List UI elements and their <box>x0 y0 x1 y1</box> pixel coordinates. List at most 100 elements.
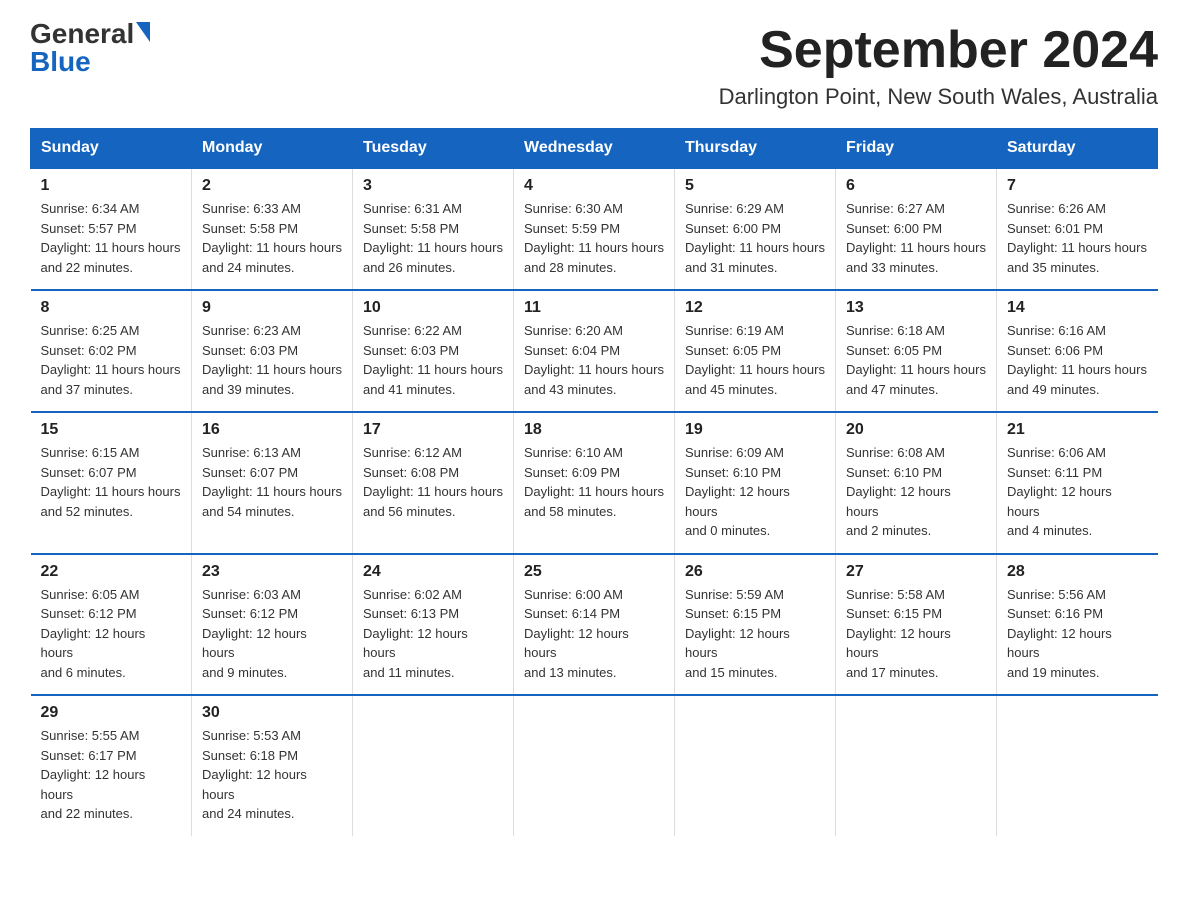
day-info: Sunrise: 6:02 AMSunset: 6:13 PMDaylight:… <box>363 585 503 683</box>
calendar-cell: 6 Sunrise: 6:27 AMSunset: 6:00 PMDaylight… <box>836 168 997 290</box>
day-info: Sunrise: 6:09 AMSunset: 6:10 PMDaylight:… <box>685 443 825 541</box>
day-info: Sunrise: 6:08 AMSunset: 6:10 PMDaylight:… <box>846 443 986 541</box>
calendar-cell: 7 Sunrise: 6:26 AMSunset: 6:01 PMDaylight… <box>997 168 1158 290</box>
calendar-cell: 22 Sunrise: 6:05 AMSunset: 6:12 PMDayligh… <box>31 554 192 696</box>
header-wednesday: Wednesday <box>514 129 675 169</box>
day-info: Sunrise: 5:56 AMSunset: 6:16 PMDaylight:… <box>1007 585 1148 683</box>
day-info: Sunrise: 6:23 AMSunset: 6:03 PMDaylight:… <box>202 321 342 399</box>
calendar-cell: 24 Sunrise: 6:02 AMSunset: 6:13 PMDayligh… <box>353 554 514 696</box>
day-info: Sunrise: 6:05 AMSunset: 6:12 PMDaylight:… <box>41 585 182 683</box>
day-info: Sunrise: 6:19 AMSunset: 6:05 PMDaylight:… <box>685 321 825 399</box>
day-info: Sunrise: 6:25 AMSunset: 6:02 PMDaylight:… <box>41 321 182 399</box>
day-number: 18 <box>524 421 664 439</box>
calendar-cell: 28 Sunrise: 5:56 AMSunset: 6:16 PMDayligh… <box>997 554 1158 696</box>
day-number: 5 <box>685 177 825 195</box>
day-info: Sunrise: 6:18 AMSunset: 6:05 PMDaylight:… <box>846 321 986 399</box>
calendar-cell: 13 Sunrise: 6:18 AMSunset: 6:05 PMDayligh… <box>836 290 997 412</box>
day-info: Sunrise: 6:29 AMSunset: 6:00 PMDaylight:… <box>685 199 825 277</box>
logo-blue-text: Blue <box>30 48 150 76</box>
day-info: Sunrise: 6:20 AMSunset: 6:04 PMDaylight:… <box>524 321 664 399</box>
day-number: 15 <box>41 421 182 439</box>
location-title: Darlington Point, New South Wales, Austr… <box>719 84 1158 110</box>
calendar-cell: 23Sunrise: 6:03 AMSunset: 6:12 PMDayligh… <box>192 554 353 696</box>
day-number: 8 <box>41 299 182 317</box>
calendar-cell <box>353 695 514 836</box>
day-info: Sunrise: 5:58 AMSunset: 6:15 PMDaylight:… <box>846 585 986 683</box>
day-info: Sunrise: 6:15 AMSunset: 6:07 PMDaylight:… <box>41 443 182 521</box>
calendar-cell <box>675 695 836 836</box>
calendar-cell: 14 Sunrise: 6:16 AMSunset: 6:06 PMDayligh… <box>997 290 1158 412</box>
day-info: Sunrise: 6:27 AMSunset: 6:00 PMDaylight:… <box>846 199 986 277</box>
calendar-week-row: 22 Sunrise: 6:05 AMSunset: 6:12 PMDayligh… <box>31 554 1158 696</box>
day-number: 2 <box>202 177 342 195</box>
calendar-cell: 2 Sunrise: 6:33 AMSunset: 5:58 PMDaylight… <box>192 168 353 290</box>
calendar-cell: 12 Sunrise: 6:19 AMSunset: 6:05 PMDayligh… <box>675 290 836 412</box>
calendar-cell: 27Sunrise: 5:58 AMSunset: 6:15 PMDayligh… <box>836 554 997 696</box>
calendar-cell: 3Sunrise: 6:31 AMSunset: 5:58 PMDaylight… <box>353 168 514 290</box>
calendar-cell: 9 Sunrise: 6:23 AMSunset: 6:03 PMDaylight… <box>192 290 353 412</box>
day-number: 29 <box>41 704 182 722</box>
calendar-cell: 1 Sunrise: 6:34 AMSunset: 5:57 PMDaylight… <box>31 168 192 290</box>
day-info: Sunrise: 6:10 AMSunset: 6:09 PMDaylight:… <box>524 443 664 521</box>
day-info: Sunrise: 6:16 AMSunset: 6:06 PMDaylight:… <box>1007 321 1148 399</box>
day-number: 13 <box>846 299 986 317</box>
day-number: 24 <box>363 563 503 581</box>
day-number: 20 <box>846 421 986 439</box>
header-monday: Monday <box>192 129 353 169</box>
header-thursday: Thursday <box>675 129 836 169</box>
day-info: Sunrise: 6:33 AMSunset: 5:58 PMDaylight:… <box>202 199 342 277</box>
day-info: Sunrise: 6:13 AMSunset: 6:07 PMDaylight:… <box>202 443 342 521</box>
day-number: 6 <box>846 177 986 195</box>
day-number: 26 <box>685 563 825 581</box>
day-info: Sunrise: 6:06 AMSunset: 6:11 PMDaylight:… <box>1007 443 1148 541</box>
logo-triangle-icon <box>136 22 150 42</box>
title-area: September 2024 Darlington Point, New Sou… <box>719 20 1158 110</box>
day-number: 1 <box>41 177 182 195</box>
calendar-cell: 19Sunrise: 6:09 AMSunset: 6:10 PMDayligh… <box>675 412 836 554</box>
day-number: 9 <box>202 299 342 317</box>
calendar-week-row: 15 Sunrise: 6:15 AMSunset: 6:07 PMDayligh… <box>31 412 1158 554</box>
day-info: Sunrise: 6:30 AMSunset: 5:59 PMDaylight:… <box>524 199 664 277</box>
day-number: 10 <box>363 299 503 317</box>
calendar-cell: 5 Sunrise: 6:29 AMSunset: 6:00 PMDaylight… <box>675 168 836 290</box>
day-info: Sunrise: 6:12 AMSunset: 6:08 PMDaylight:… <box>363 443 503 521</box>
day-number: 17 <box>363 421 503 439</box>
logo: General Blue <box>30 20 150 76</box>
day-info: Sunrise: 5:59 AMSunset: 6:15 PMDaylight:… <box>685 585 825 683</box>
day-number: 25 <box>524 563 664 581</box>
day-number: 21 <box>1007 421 1148 439</box>
calendar-cell <box>836 695 997 836</box>
calendar-cell: 10 Sunrise: 6:22 AMSunset: 6:03 PMDayligh… <box>353 290 514 412</box>
calendar-cell: 18 Sunrise: 6:10 AMSunset: 6:09 PMDayligh… <box>514 412 675 554</box>
day-number: 12 <box>685 299 825 317</box>
day-info: Sunrise: 6:26 AMSunset: 6:01 PMDaylight:… <box>1007 199 1148 277</box>
calendar-cell: 11 Sunrise: 6:20 AMSunset: 6:04 PMDayligh… <box>514 290 675 412</box>
page-header: General Blue September 2024 Darlington P… <box>30 20 1158 110</box>
day-info: Sunrise: 6:34 AMSunset: 5:57 PMDaylight:… <box>41 199 182 277</box>
day-number: 22 <box>41 563 182 581</box>
calendar-cell: 26 Sunrise: 5:59 AMSunset: 6:15 PMDayligh… <box>675 554 836 696</box>
day-number: 7 <box>1007 177 1148 195</box>
logo-general-text: General <box>30 20 134 48</box>
calendar-cell: 8 Sunrise: 6:25 AMSunset: 6:02 PMDaylight… <box>31 290 192 412</box>
calendar-cell: 29Sunrise: 5:55 AMSunset: 6:17 PMDayligh… <box>31 695 192 836</box>
calendar-cell <box>514 695 675 836</box>
calendar-cell: 4 Sunrise: 6:30 AMSunset: 5:59 PMDaylight… <box>514 168 675 290</box>
calendar-week-row: 1 Sunrise: 6:34 AMSunset: 5:57 PMDaylight… <box>31 168 1158 290</box>
day-info: Sunrise: 6:22 AMSunset: 6:03 PMDaylight:… <box>363 321 503 399</box>
day-number: 16 <box>202 421 342 439</box>
day-number: 4 <box>524 177 664 195</box>
day-number: 30 <box>202 704 342 722</box>
day-number: 14 <box>1007 299 1148 317</box>
day-info: Sunrise: 5:53 AMSunset: 6:18 PMDaylight:… <box>202 726 342 824</box>
day-number: 11 <box>524 299 664 317</box>
calendar-cell: 15 Sunrise: 6:15 AMSunset: 6:07 PMDayligh… <box>31 412 192 554</box>
day-number: 28 <box>1007 563 1148 581</box>
day-info: Sunrise: 6:03 AMSunset: 6:12 PMDaylight:… <box>202 585 342 683</box>
calendar-week-row: 29Sunrise: 5:55 AMSunset: 6:17 PMDayligh… <box>31 695 1158 836</box>
calendar-cell: 16 Sunrise: 6:13 AMSunset: 6:07 PMDayligh… <box>192 412 353 554</box>
calendar-week-row: 8 Sunrise: 6:25 AMSunset: 6:02 PMDaylight… <box>31 290 1158 412</box>
day-number: 3 <box>363 177 503 195</box>
calendar-cell: 25Sunrise: 6:00 AMSunset: 6:14 PMDayligh… <box>514 554 675 696</box>
calendar-cell: 20 Sunrise: 6:08 AMSunset: 6:10 PMDayligh… <box>836 412 997 554</box>
